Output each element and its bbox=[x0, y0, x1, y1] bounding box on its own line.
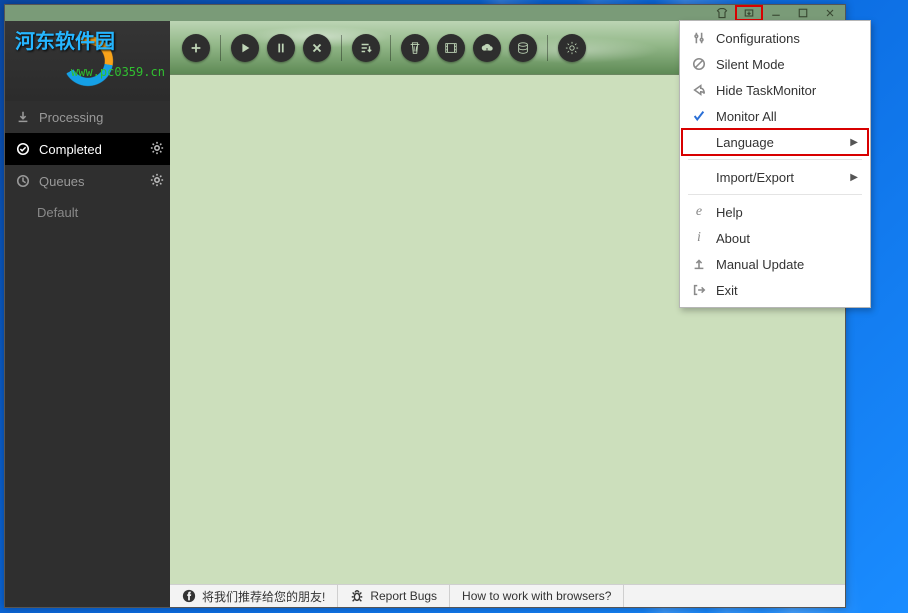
status-bar: 将我们推荐给您的朋友! Report Bugs How to work with… bbox=[170, 584, 845, 607]
menu-import-export[interactable]: Import/Export ▶ bbox=[682, 164, 868, 190]
sidebar-subitem-default[interactable]: Default bbox=[5, 197, 170, 227]
toolbar-separator bbox=[390, 35, 391, 61]
info-icon: i bbox=[690, 230, 708, 246]
delete-button[interactable] bbox=[401, 34, 429, 62]
toolbar-separator bbox=[220, 35, 221, 61]
sort-button[interactable] bbox=[352, 34, 380, 62]
exit-icon bbox=[690, 283, 708, 297]
menu-hide-taskmonitor[interactable]: Hide TaskMonitor bbox=[682, 77, 868, 103]
menu-separator bbox=[688, 194, 862, 195]
menu-label: About bbox=[716, 231, 750, 246]
facebook-icon bbox=[182, 589, 196, 603]
sidebar-item-label: Processing bbox=[39, 110, 103, 125]
menu-label: Import/Export bbox=[716, 170, 794, 185]
upload-icon bbox=[690, 257, 708, 271]
titlebar bbox=[5, 5, 845, 21]
bug-icon bbox=[350, 589, 364, 603]
menu-exit[interactable]: Exit bbox=[682, 277, 868, 303]
download-icon bbox=[15, 110, 31, 124]
menu-label: Configurations bbox=[716, 31, 800, 46]
menu-configurations[interactable]: Configurations bbox=[682, 25, 868, 51]
status-recommend[interactable]: 将我们推荐给您的朋友! bbox=[170, 585, 338, 607]
status-label: Report Bugs bbox=[370, 589, 437, 603]
titlebar-compact-button[interactable] bbox=[736, 6, 762, 20]
menu-label: Help bbox=[716, 205, 743, 220]
titlebar-shirt-button[interactable] bbox=[709, 6, 735, 20]
menu-silent-mode[interactable]: Silent Mode bbox=[682, 51, 868, 77]
titlebar-minimize-button[interactable] bbox=[763, 6, 789, 20]
gear-icon[interactable] bbox=[150, 141, 164, 158]
menu-help[interactable]: e Help bbox=[682, 199, 868, 225]
status-label: 将我们推荐给您的朋友! bbox=[202, 588, 325, 605]
cloud-button[interactable] bbox=[473, 34, 501, 62]
menu-separator bbox=[688, 159, 862, 160]
gear-icon[interactable] bbox=[150, 173, 164, 190]
titlebar-maximize-button[interactable] bbox=[790, 6, 816, 20]
titlebar-close-button[interactable] bbox=[817, 6, 843, 20]
app-logo: 河东软件园 www.pc0359.cn bbox=[5, 21, 170, 101]
database-button[interactable] bbox=[509, 34, 537, 62]
status-howto[interactable]: How to work with browsers? bbox=[450, 585, 624, 607]
sidebar-subitem-label: Default bbox=[37, 205, 78, 220]
clock-icon bbox=[15, 174, 31, 188]
status-report-bugs[interactable]: Report Bugs bbox=[338, 585, 450, 607]
add-button[interactable] bbox=[182, 34, 210, 62]
settings-button[interactable] bbox=[558, 34, 586, 62]
video-button[interactable] bbox=[437, 34, 465, 62]
submenu-arrow-icon: ▶ bbox=[850, 172, 858, 183]
desktop-background: 河东软件园 www.pc0359.cn Processing Completed… bbox=[0, 0, 908, 613]
sidebar-item-completed[interactable]: Completed bbox=[5, 133, 170, 165]
toolbar-separator bbox=[547, 35, 548, 61]
menu-label: Manual Update bbox=[716, 257, 804, 272]
menu-label: Language bbox=[716, 135, 774, 150]
menu-label: Exit bbox=[716, 283, 738, 298]
check-icon bbox=[690, 109, 708, 123]
watermark-url: www.pc0359.cn bbox=[71, 65, 165, 79]
sliders-icon bbox=[690, 31, 708, 45]
nosign-icon bbox=[690, 57, 708, 71]
toolbar-separator bbox=[341, 35, 342, 61]
menu-manual-update[interactable]: Manual Update bbox=[682, 251, 868, 277]
settings-menu: Configurations Silent Mode Hide TaskMoni… bbox=[679, 20, 871, 308]
stop-button[interactable] bbox=[303, 34, 331, 62]
menu-label: Hide TaskMonitor bbox=[716, 83, 816, 98]
menu-label: Silent Mode bbox=[716, 57, 785, 72]
menu-monitor-all[interactable]: Monitor All bbox=[682, 103, 868, 129]
browser-e-icon: e bbox=[690, 204, 708, 220]
check-circle-icon bbox=[15, 142, 31, 156]
submenu-arrow-icon: ▶ bbox=[850, 137, 858, 148]
share-icon bbox=[690, 83, 708, 97]
sidebar: 河东软件园 www.pc0359.cn Processing Completed… bbox=[5, 21, 170, 607]
sidebar-item-processing[interactable]: Processing bbox=[5, 101, 170, 133]
watermark-title: 河东软件园 bbox=[15, 25, 115, 54]
menu-label: Monitor All bbox=[716, 109, 777, 124]
status-label: How to work with browsers? bbox=[462, 589, 611, 603]
sidebar-item-label: Completed bbox=[39, 142, 102, 157]
play-button[interactable] bbox=[231, 34, 259, 62]
pause-button[interactable] bbox=[267, 34, 295, 62]
sidebar-item-queues[interactable]: Queues bbox=[5, 165, 170, 197]
sidebar-item-label: Queues bbox=[39, 174, 85, 189]
menu-language[interactable]: Language ▶ bbox=[682, 129, 868, 155]
menu-about[interactable]: i About bbox=[682, 225, 868, 251]
